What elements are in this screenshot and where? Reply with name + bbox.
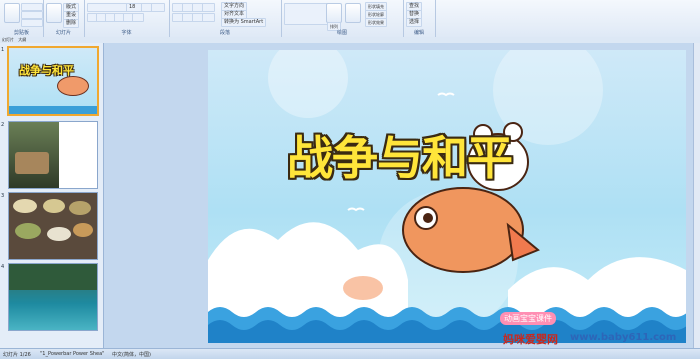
drawing-group: 排列 形状填充 形状轮廓 形状效果 绘图 [281, 0, 404, 37]
slides-panel: 1 战争与和平 2 3 4 [0, 43, 104, 348]
delete-button[interactable]: 删除 [63, 19, 80, 28]
thumb-number: 1 [1, 47, 5, 53]
paragraph-group: 文字方向 对齐文本 转换为 SmartArt 段落 [169, 0, 282, 37]
ribbon: 剪贴板 版式 重设 删除 幻灯片 18 字体 文字方向 对齐文本 转换为 Sma… [0, 0, 700, 38]
slide-thumbnail-2[interactable] [8, 121, 98, 189]
dish-image [73, 223, 93, 237]
dish-image [13, 199, 37, 213]
font-group: 18 字体 [84, 0, 170, 37]
clipboard-group: 剪贴板 [0, 0, 44, 37]
bubble-icon [268, 50, 348, 118]
tab-outline[interactable]: 大纲 [18, 37, 26, 42]
slide-thumbnail-3[interactable] [8, 192, 98, 260]
slides-group: 版式 重设 删除 幻灯片 [43, 0, 85, 37]
watermark-cn: 妈咪爱婴网 [503, 333, 558, 346]
seagull-icon [437, 92, 455, 97]
brand-badge: 动画宝宝课件 [500, 312, 556, 325]
format-painter-button[interactable] [21, 19, 43, 27]
vertical-scrollbar[interactable] [693, 43, 700, 348]
editing-group-label: 编辑 [413, 30, 424, 36]
clipboard-group-label: 剪贴板 [13, 30, 29, 36]
status-bar: 幻灯片 1/26 "1_Powerbar Power Shea" 中文(简体，中… [0, 348, 700, 359]
editing-group: 查找 替换 选择 编辑 [403, 0, 436, 37]
language-indicator: 中文(简体，中国) [112, 352, 151, 358]
fish-icon [57, 76, 89, 96]
paste-button[interactable] [4, 3, 20, 23]
people-image [15, 152, 49, 174]
seagull-icon [347, 207, 365, 212]
font-group-label: 字体 [121, 30, 132, 36]
fish-icon [402, 187, 524, 273]
thumb-number: 3 [1, 193, 5, 199]
tab-slides[interactable]: 幻灯片 [2, 37, 14, 42]
smartart-button[interactable]: 转换为 SmartArt [221, 18, 267, 27]
slide-thumbnail-4[interactable] [8, 263, 98, 331]
drawing-group-label: 绘图 [336, 30, 347, 36]
quick-styles-button[interactable] [345, 3, 361, 23]
select-button[interactable]: 选择 [406, 18, 423, 27]
shrink-font-button[interactable] [151, 3, 165, 12]
slides-group-label: 幻灯片 [55, 30, 71, 36]
paragraph-group-label: 段落 [219, 30, 230, 36]
new-slide-button[interactable] [46, 3, 62, 23]
slide-background-art [208, 50, 686, 343]
increase-indent-button[interactable] [202, 3, 215, 12]
dish-image [15, 223, 41, 239]
dish-image [43, 199, 65, 213]
slide-canvas[interactable]: 战争与和平 动画宝宝课件 [208, 50, 686, 343]
copy-button[interactable] [21, 11, 43, 19]
shape-effects-button[interactable]: 形状效果 [365, 18, 387, 27]
small-fish-icon [343, 276, 383, 300]
dish-image [69, 201, 91, 215]
thumbnail-title: 战争与和平 [19, 64, 74, 77]
cut-button[interactable] [21, 3, 43, 11]
dish-image [47, 227, 71, 241]
slide-thumbnail-1[interactable]: 战争与和平 [7, 46, 99, 116]
slide-count: 幻灯片 1/26 [3, 352, 31, 358]
trees-image [9, 264, 97, 290]
thumb-number: 2 [1, 122, 5, 128]
slide-title[interactable]: 战争与和平 [287, 122, 513, 188]
thumb-number: 4 [1, 264, 5, 270]
theme-name: "1_Powerbar Power Shea" [40, 351, 105, 357]
shapes-gallery[interactable] [284, 3, 328, 25]
justify-button[interactable] [202, 13, 215, 22]
font-color-button[interactable] [132, 13, 144, 22]
waves-icon [9, 106, 97, 114]
arrange-button[interactable] [326, 3, 342, 23]
watermark-url: www.baby611.com [570, 332, 677, 343]
font-name-select[interactable] [87, 3, 129, 12]
